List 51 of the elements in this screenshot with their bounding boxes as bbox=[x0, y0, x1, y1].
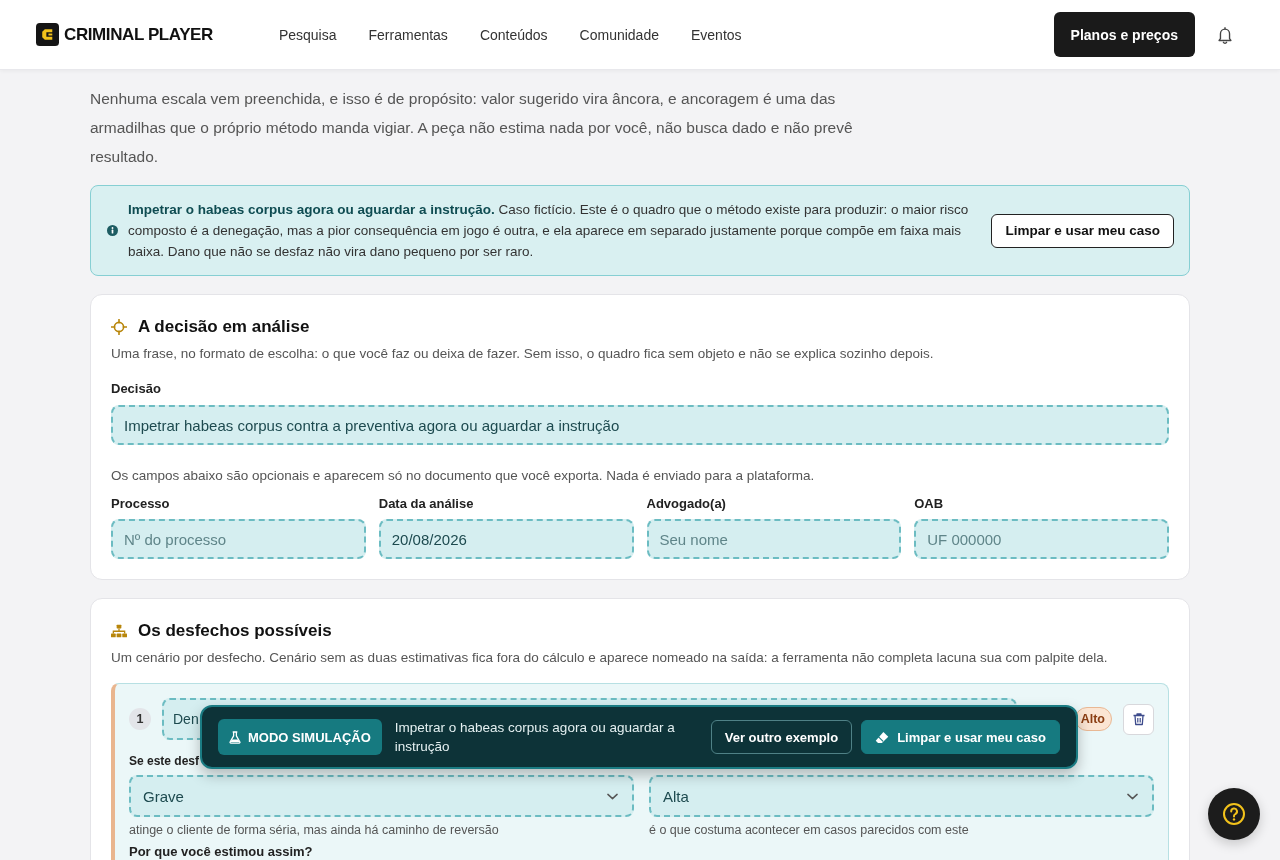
question-label: Se este desf bbox=[129, 754, 200, 768]
bell-icon[interactable] bbox=[1215, 24, 1235, 45]
field-label: Por que você estimou assim? bbox=[129, 844, 314, 860]
dropdown[interactable]: Grave bbox=[129, 775, 634, 817]
notice-text: Impetrar o habeas corpus agora ou aguardar a instrução. Caso fictício. Este é o quadro que o método existe para produzir: o maior risco composto é a denegação, mas a pior consequência em jogo é outra, e ela aparece em separado justamente porque compõe em faixa mais baixa. Dano que não se desfaz não vira dano pequeno por ser raro. bbox=[128, 201, 970, 261]
chevron-icon bbox=[1127, 792, 1138, 800]
trash-icon bbox=[1131, 712, 1146, 726]
field-label: Data da análise bbox=[378, 495, 475, 513]
clear-case-button[interactable]: Limpar e usar meu caso bbox=[861, 720, 1060, 754]
eraser-icon bbox=[875, 730, 890, 744]
field-label: Decisão bbox=[111, 380, 162, 398]
logo-text[interactable]: CRIMINAL PLAYER bbox=[64, 24, 213, 45]
field-label: Advogado(a) bbox=[646, 495, 727, 513]
dropdown-hint: atinge o cliente de forma séria, mas ainda há caminho de reversão bbox=[129, 822, 500, 838]
section-title: A decisão em análise bbox=[138, 316, 310, 338]
chevron-icon bbox=[607, 792, 618, 800]
simulation-description: Impetrar o habeas corpus agora ou aguardar a instrução bbox=[394, 719, 676, 756]
section-description: Um cenário por desfecho. Cenário sem as duas estimativas fica fora do cálculo e aparece nomeado na saída: a ferramenta não completa lacuna sua com palpite dela. bbox=[111, 649, 1109, 667]
flask-icon bbox=[229, 730, 241, 744]
help-icon bbox=[1222, 802, 1246, 826]
field-label: OAB bbox=[914, 495, 945, 513]
section-title: Os desfechos possíveis bbox=[138, 620, 332, 642]
dropdown-value: Alta bbox=[663, 787, 689, 805]
text-field[interactable]: Nº do processo bbox=[111, 519, 366, 559]
example-button[interactable]: Ver outro exemplo bbox=[710, 720, 853, 754]
simulation-mode-label: MODO SIMULAÇÃO bbox=[248, 729, 371, 745]
scenario-number: 1 bbox=[129, 708, 151, 730]
section-description: Uma frase, no formato de escolha: o que você faz ou deixa de fazer. Sem isso, o quadro fica sem objeto e não se explica sozinho depois. bbox=[111, 345, 935, 363]
text-field[interactable]: UF 000000 bbox=[914, 519, 1169, 559]
help-button[interactable] bbox=[1208, 788, 1260, 840]
text-field[interactable]: 20/08/2026 bbox=[378, 519, 634, 559]
hierarchy-icon bbox=[111, 623, 127, 639]
nav-link[interactable]: Ferramentas bbox=[368, 26, 448, 43]
nav-link[interactable]: Pesquisa bbox=[278, 26, 337, 43]
dropdown[interactable]: Alta bbox=[649, 775, 1154, 817]
crosshair-icon bbox=[111, 319, 127, 335]
delete-button[interactable] bbox=[1123, 703, 1154, 735]
dropdown-value: Grave bbox=[143, 787, 184, 805]
dropdown-hint: é o que costuma acontecer em casos parecidos com este bbox=[649, 822, 970, 838]
pricing-button[interactable]: Planos e preços bbox=[1053, 12, 1195, 57]
optional-fields-note: Os campos abaixo são opcionais e aparecem só no documento que você exporta. Nada é enviado para a plataforma. bbox=[111, 467, 816, 485]
text-field[interactable]: Seu nome bbox=[646, 519, 902, 559]
logo-icon[interactable] bbox=[36, 23, 59, 46]
field-label: Processo bbox=[111, 495, 171, 513]
clear-case-button[interactable]: Limpar e usar meu caso bbox=[991, 213, 1174, 248]
intro-text: Nenhuma escala vem preenchida, e isso é de propósito: valor sugerido vira âncora, e ancoragem é uma das armadilhas que o próprio método manda vigiar. A peça não estima nada por você, não busca dado e não prevê resultado. bbox=[90, 89, 854, 167]
decision-input[interactable]: Impetrar habeas corpus contra a preventiva agora ou aguardar a instrução bbox=[111, 405, 1169, 445]
nav-link[interactable]: Comunidade bbox=[579, 26, 659, 43]
nav-link[interactable]: Eventos bbox=[691, 26, 742, 43]
info-icon bbox=[107, 225, 118, 236]
nav-link[interactable]: Conteúdos bbox=[479, 26, 548, 43]
